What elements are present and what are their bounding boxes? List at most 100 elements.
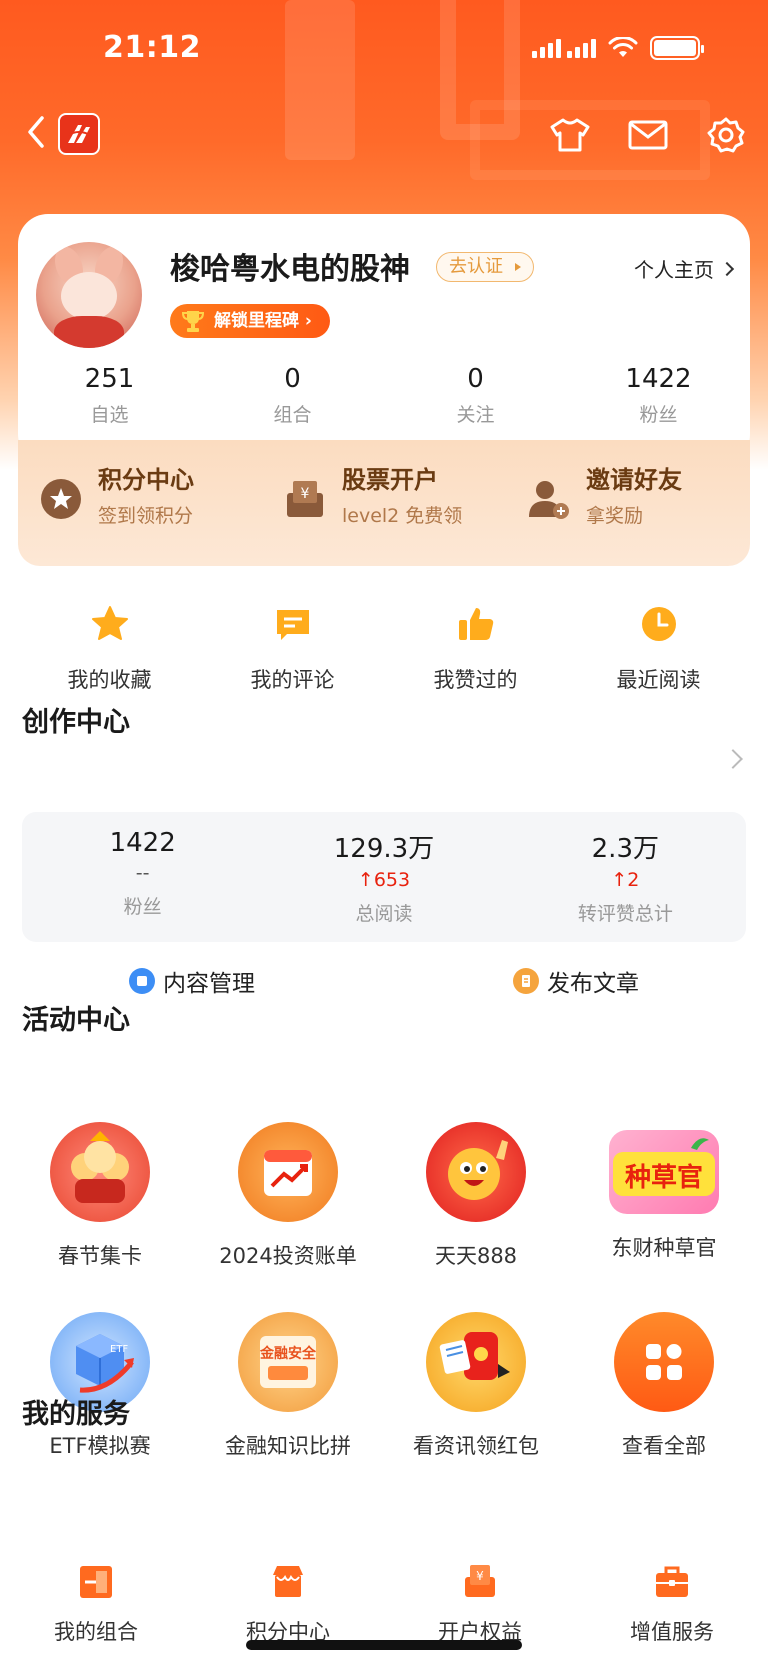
activity-label: 2024投资账单	[219, 1244, 357, 1268]
stat-label: 自选	[90, 404, 129, 426]
activity-item[interactable]: 春节集卡	[6, 1122, 194, 1270]
activity-item[interactable]: 种草官 东财种草官	[570, 1122, 758, 1270]
status-icons	[532, 36, 704, 60]
quick-label: 最近阅读	[616, 668, 701, 692]
quick-label: 我的收藏	[67, 668, 152, 692]
comment-icon	[271, 602, 315, 646]
content-management-button[interactable]: 内容管理	[0, 964, 384, 998]
back-icon[interactable]	[22, 112, 52, 152]
quick-actions: 我的收藏 我的评论 我赞过的 最近阅读	[0, 602, 768, 694]
milestone-label: 解锁里程碑	[214, 311, 299, 331]
stat-following[interactable]: 0 关注	[384, 364, 567, 427]
stat-label: 组合	[273, 404, 312, 426]
app-logo[interactable]	[58, 113, 100, 155]
creator-stat-delta: 653	[373, 869, 411, 891]
stat-portfolio[interactable]: 0 组合	[201, 364, 384, 427]
chevron-right-icon: ›	[304, 311, 312, 331]
activity-label: 查看全部	[622, 1434, 706, 1458]
portfolio-icon	[76, 1562, 116, 1602]
yen-gift-icon: ¥	[460, 1562, 500, 1602]
promo-points-center[interactable]: 积分中心 签到领积分	[18, 460, 262, 566]
creator-actions: 内容管理 发布文章	[0, 964, 768, 998]
personal-homepage-link[interactable]: 个人主页	[634, 254, 735, 283]
avatar[interactable]	[36, 242, 142, 348]
promo-subtitle: level2 免费领	[342, 505, 463, 527]
activity-item[interactable]: 2024投资账单	[194, 1122, 382, 1270]
chevron-right-icon[interactable]	[723, 749, 743, 769]
gear-icon[interactable]	[704, 113, 748, 157]
activity-item[interactable]: 金融安全 金融知识比拼	[194, 1312, 382, 1460]
stat-watchlist[interactable]: 251 自选	[18, 364, 201, 427]
creator-stat-value: 2.3万	[591, 834, 659, 864]
profile-card: 梭哈粤水电的股神 去认证 个人主页 解锁里程碑 › 251 自选 0 组合 0 关注 …	[18, 214, 750, 464]
promo-subtitle: 拿奖励	[586, 505, 644, 527]
trophy-icon	[181, 311, 205, 332]
service-item[interactable]: ¥ 开户权益	[384, 1562, 576, 1646]
creator-stat-delta-row: ↑2	[505, 869, 746, 895]
services-row: 我的组合 积分中心 ¥ 开户权益 增值服务	[0, 1562, 768, 1646]
mail-icon[interactable]	[626, 113, 670, 157]
stat-followers[interactable]: 1422 粉丝	[567, 364, 750, 427]
verify-button[interactable]: 去认证	[436, 252, 534, 282]
action-label: 内容管理	[163, 971, 255, 997]
activity-item[interactable]: 天天888	[382, 1122, 570, 1270]
my-favorites-button[interactable]: 我的收藏	[18, 602, 201, 694]
username: 梭哈粤水电的股神	[170, 252, 410, 287]
star-icon	[88, 602, 132, 646]
profile-stats: 251 自选 0 组合 0 关注 1422 粉丝	[18, 364, 750, 427]
creator-stat-reads[interactable]: 129.3万 ↑653 总阅读	[263, 812, 504, 942]
thumb-up-icon	[454, 602, 498, 646]
service-label: 增值服务	[630, 1620, 714, 1644]
grid-all-icon	[614, 1312, 714, 1412]
activity-item[interactable]: 看资讯领红包	[382, 1312, 570, 1460]
stat-label: 关注	[456, 404, 495, 426]
profile-page: 21:12 梭哈粤水电的股神 去认证 个人主页 解锁里程碑 › 251 自选 0…	[0, 0, 768, 1665]
creator-stats: 1422 -- 粉丝 129.3万 ↑653 总阅读 2.3万 ↑2 转评赞总计	[22, 812, 746, 942]
promo-title: 邀请好友	[586, 466, 682, 494]
service-item[interactable]: 我的组合	[0, 1562, 192, 1646]
activity-label: ETF模拟赛	[49, 1434, 151, 1458]
wifi-icon	[608, 37, 638, 57]
creator-center-title: 创作中心	[22, 707, 130, 738]
battery-icon	[650, 36, 704, 60]
action-label: 发布文章	[547, 971, 639, 997]
svg-text:¥: ¥	[301, 486, 310, 502]
creator-stat-label: 粉丝	[123, 896, 162, 918]
star-coin-icon	[38, 476, 84, 522]
activity-label: 东财种草官	[611, 1236, 717, 1260]
publish-article-button[interactable]: 发布文章	[384, 964, 768, 998]
creator-stat-delta: --	[135, 862, 150, 884]
view-all-activities-button[interactable]: 查看全部	[570, 1312, 758, 1460]
home-indicator[interactable]	[246, 1640, 522, 1650]
promo-invite-friends[interactable]: 邀请好友 拿奖励	[506, 460, 750, 566]
my-likes-button[interactable]: 我赞过的	[384, 602, 567, 694]
activity-label: 天天888	[434, 1244, 518, 1268]
arrow-up-icon: ↑	[357, 869, 374, 891]
header-actions	[548, 113, 748, 157]
red-envelope-icon	[426, 1312, 526, 1412]
stat-label: 粉丝	[639, 404, 678, 426]
promo-subtitle: 签到领积分	[98, 505, 194, 527]
arrow-up-icon: ↑	[611, 869, 628, 891]
header-decoration	[285, 0, 355, 160]
stat-value: 0	[467, 364, 484, 394]
homepage-label: 个人主页	[634, 258, 714, 282]
promo-title: 股票开户	[342, 466, 438, 494]
service-item[interactable]: 增值服务	[576, 1562, 768, 1646]
unlock-milestone-button[interactable]: 解锁里程碑 ›	[170, 304, 330, 338]
promo-open-account[interactable]: ¥ 股票开户 level2 免费领	[262, 460, 506, 566]
clock-icon	[637, 602, 681, 646]
quick-label: 我赞过的	[433, 668, 518, 692]
shirt-icon[interactable]	[548, 113, 592, 157]
my-comments-button[interactable]: 我的评论	[201, 602, 384, 694]
activity-item[interactable]: ETF ETF模拟赛	[6, 1312, 194, 1460]
creator-stat-followers[interactable]: 1422 -- 粉丝	[22, 812, 263, 942]
service-item[interactable]: 积分中心	[192, 1562, 384, 1646]
activity-center-title: 活动中心	[22, 1005, 130, 1036]
stat-value: 251	[84, 364, 135, 394]
user-add-icon	[526, 476, 572, 522]
investment-bill-icon	[238, 1122, 338, 1222]
creator-stat-engagement[interactable]: 2.3万 ↑2 转评赞总计	[505, 812, 746, 942]
recent-reads-button[interactable]: 最近阅读	[567, 602, 750, 694]
creator-stat-value: 129.3万	[333, 834, 435, 864]
